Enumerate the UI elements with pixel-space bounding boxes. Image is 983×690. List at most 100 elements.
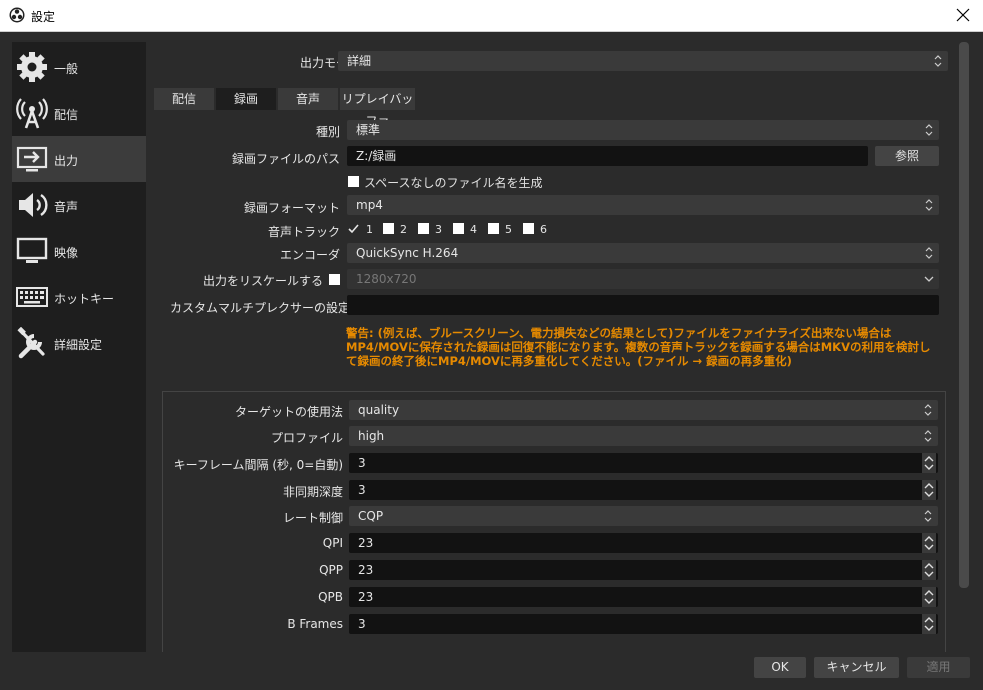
tab-replay-buffer[interactable]: リプレイバッファ <box>340 88 415 128</box>
settings-sidebar: 一般 配信 出力 音声 映像 ホットキー 詳細設定 <box>12 42 146 652</box>
tab-audio[interactable]: 音声 <box>278 88 338 110</box>
qpp-label: QPP <box>319 563 343 577</box>
async-depth-value: 3 <box>358 483 366 497</box>
track-3-checkbox[interactable] <box>418 223 429 234</box>
bframes-spinbox[interactable]: 3 <box>349 614 938 634</box>
cancel-button[interactable]: キャンセル <box>814 657 899 678</box>
updown-arrows-icon <box>925 199 933 211</box>
spin-arrows-icon[interactable] <box>922 560 936 580</box>
encoder-value: QuickSync H.264 <box>356 246 459 260</box>
sidebar-item-advanced[interactable]: 詳細設定 <box>12 320 146 366</box>
track-5-checkbox[interactable] <box>488 223 499 234</box>
mp4-warning-text: 警告: (例えば、ブルースクリーン、電力損失などの結果として)ファイルをファイナ… <box>346 326 931 368</box>
track-6-checkbox[interactable] <box>523 223 534 234</box>
qpi-label: QPI <box>322 536 343 550</box>
rate-control-select[interactable]: CQP <box>349 506 938 526</box>
profile-select[interactable]: high <box>349 426 938 446</box>
tools-icon <box>17 327 45 359</box>
recording-type-value: 標準 <box>356 123 381 137</box>
output-monitor-icon <box>16 146 48 172</box>
sidebar-item-label: 出力 <box>54 154 79 168</box>
keyframe-interval-label: キーフレーム間隔 (秒, 0=自動) <box>173 458 343 472</box>
vertical-scrollbar[interactable] <box>959 42 969 588</box>
keyboard-icon <box>16 287 48 307</box>
recording-path-label: 録画ファイルのパス <box>231 152 340 166</box>
bframes-value: 3 <box>358 617 366 631</box>
async-depth-label: 非同期深度 <box>282 485 343 499</box>
title-bar: 設定 <box>0 0 983 32</box>
rescale-resolution-value: 1280x720 <box>356 272 417 286</box>
spin-arrows-icon[interactable] <box>922 480 936 500</box>
async-depth-spinbox[interactable]: 3 <box>349 480 938 500</box>
browse-button[interactable]: 参照 <box>875 146 939 166</box>
output-mode-value: 詳細 <box>347 54 372 68</box>
updown-arrows-icon <box>924 510 932 522</box>
target-usage-label: ターゲットの使用法 <box>234 405 343 419</box>
tab-stream[interactable]: 配信 <box>154 88 214 110</box>
bframes-label: B Frames <box>287 617 343 631</box>
sidebar-item-stream[interactable]: 配信 <box>12 90 146 136</box>
speaker-icon <box>19 193 48 217</box>
sidebar-item-general[interactable]: 一般 <box>12 44 146 90</box>
sidebar-item-label: ホットキー <box>54 292 115 306</box>
encoder-settings-group: ターゲットの使用法 quality プロファイル high キーフレーム間隔 (… <box>162 391 946 652</box>
track-5-label: 5 <box>505 223 512 236</box>
track-4-label: 4 <box>470 223 477 236</box>
updown-arrows-icon <box>934 55 942 67</box>
track-4-checkbox[interactable] <box>453 223 464 234</box>
muxer-settings-label: カスタムマルチプレクサーの設定 <box>170 301 351 315</box>
close-icon[interactable] <box>953 5 973 25</box>
sidebar-item-label: 音声 <box>54 200 79 214</box>
gear-icon <box>17 52 47 82</box>
qpb-spinbox[interactable]: 23 <box>349 587 938 607</box>
sidebar-item-video[interactable]: 映像 <box>12 228 146 274</box>
rescale-resolution-select[interactable]: 1280x720 <box>347 269 939 289</box>
rescale-checkbox[interactable] <box>329 274 340 285</box>
sidebar-item-label: 詳細設定 <box>54 338 103 352</box>
tab-recording[interactable]: 録画 <box>216 88 276 110</box>
nospace-checkbox[interactable] <box>348 176 359 187</box>
track-2-checkbox[interactable] <box>383 223 394 234</box>
recording-format-value: mp4 <box>356 198 383 212</box>
recording-format-select[interactable]: mp4 <box>347 195 939 215</box>
spin-arrows-icon[interactable] <box>922 614 936 634</box>
settings-window: 設定 一般 配信 出力 音声 映像 ホットキー 詳細設定 出力モード 詳細 配信… <box>0 0 983 690</box>
updown-arrows-icon <box>925 124 933 136</box>
spin-arrows-icon[interactable] <box>922 587 936 607</box>
sidebar-item-label: 一般 <box>54 62 79 76</box>
sidebar-item-hotkeys[interactable]: ホットキー <box>12 274 146 320</box>
updown-arrows-icon <box>924 404 932 416</box>
spin-arrows-icon[interactable] <box>922 533 936 553</box>
updown-arrows-icon <box>924 430 932 442</box>
ok-button[interactable]: OK <box>754 657 806 678</box>
track-2-label: 2 <box>400 223 407 236</box>
track-1-label: 1 <box>366 223 373 236</box>
encoder-label: エンコーダ <box>279 248 340 262</box>
keyframe-interval-spinbox[interactable]: 3 <box>349 453 938 473</box>
qpi-spinbox[interactable]: 23 <box>349 533 938 553</box>
qpb-label: QPB <box>318 590 343 604</box>
output-mode-select[interactable]: 詳細 <box>338 51 948 71</box>
track-3-label: 3 <box>435 223 442 236</box>
qpb-value: 23 <box>358 590 374 604</box>
qpi-value: 23 <box>358 536 374 550</box>
target-usage-select[interactable]: quality <box>349 400 938 420</box>
sidebar-item-output[interactable]: 出力 <box>12 136 146 182</box>
output-settings-panel: 出力モード 詳細 配信 録画 音声 リプレイバッファ 種別 標準 録画ファイルの… <box>150 42 956 652</box>
rescale-label: 出力をリスケールする <box>202 274 323 288</box>
recording-type-select[interactable]: 標準 <box>347 120 939 140</box>
chevron-down-icon <box>924 276 934 282</box>
qpp-spinbox[interactable]: 23 <box>349 560 938 580</box>
encoder-select[interactable]: QuickSync H.264 <box>347 243 939 263</box>
rate-control-label: レート制御 <box>282 511 343 525</box>
sidebar-item-audio[interactable]: 音声 <box>12 182 146 228</box>
muxer-settings-input[interactable] <box>347 295 939 315</box>
spin-arrows-icon[interactable] <box>922 453 936 473</box>
rate-control-value: CQP <box>358 509 384 523</box>
apply-button[interactable]: 適用 <box>907 657 970 678</box>
checkmark-icon[interactable] <box>348 223 359 234</box>
qpp-value: 23 <box>358 563 374 577</box>
recording-path-input[interactable]: Z:/録画 <box>347 146 868 166</box>
updown-arrows-icon <box>925 247 933 259</box>
sidebar-item-label: 映像 <box>54 246 79 260</box>
